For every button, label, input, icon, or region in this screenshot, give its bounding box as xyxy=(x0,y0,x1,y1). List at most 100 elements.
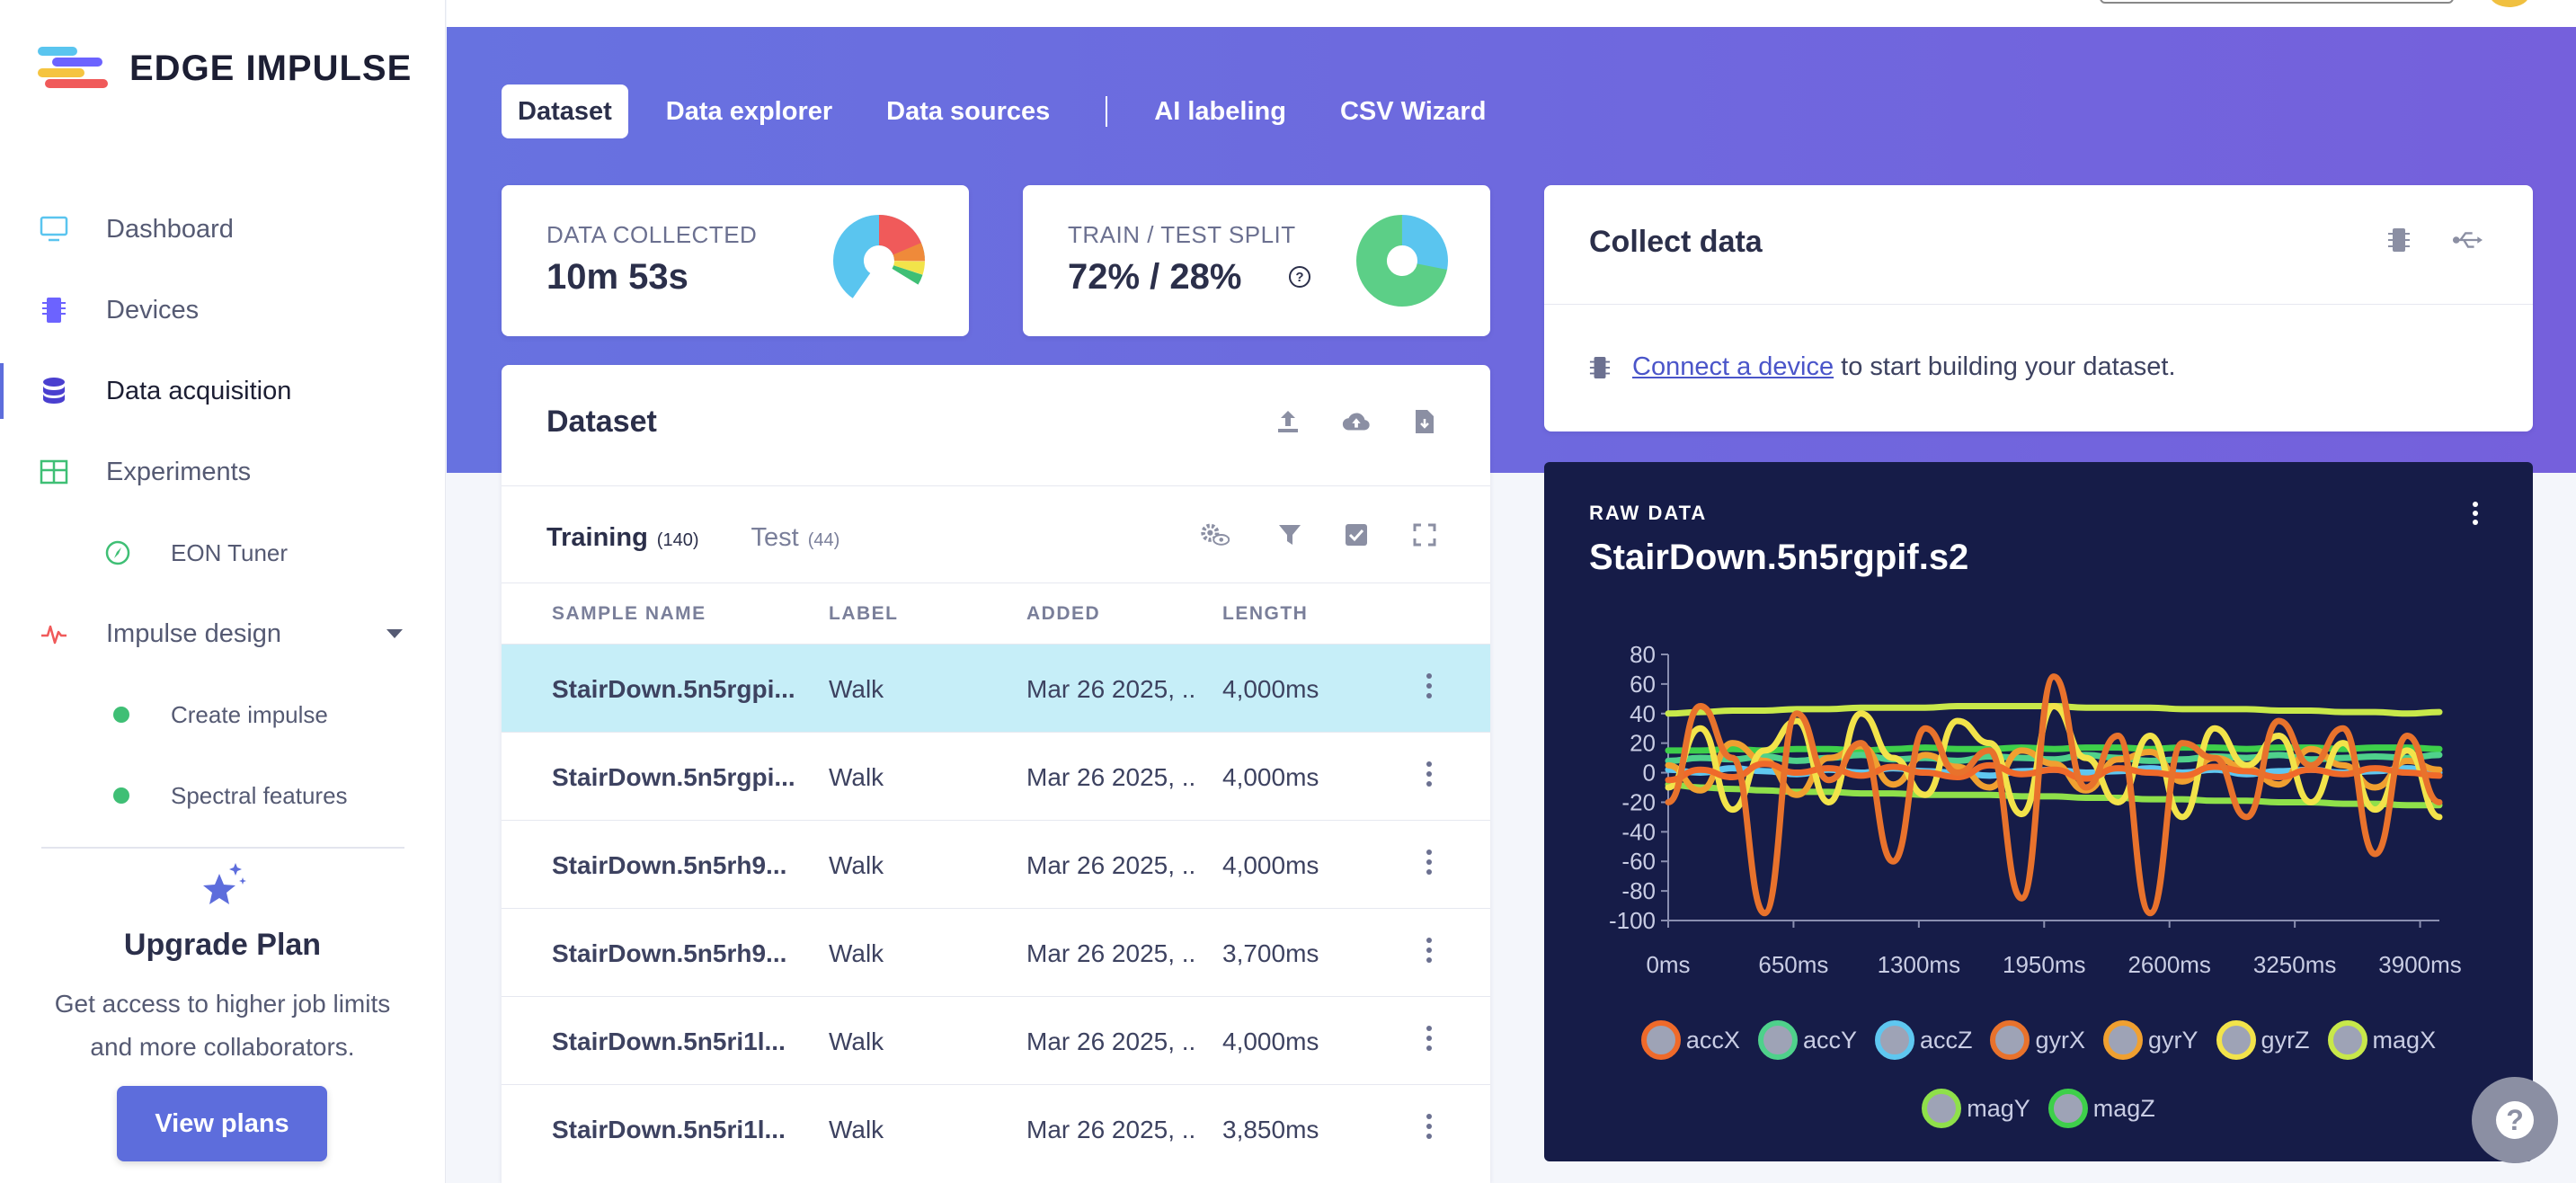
table-row[interactable]: StairDown.5n5ri1l... Walk Mar 26 2025, .… xyxy=(502,996,1490,1084)
row-menu-icon[interactable] xyxy=(1426,938,1433,968)
cell-sample-name: StairDown.5n5rh9... xyxy=(552,851,787,879)
train-test-split-pie xyxy=(1356,215,1448,307)
tab-test-label: Test xyxy=(751,523,799,552)
cell-added: Mar 26 2025, ... xyxy=(1026,763,1195,791)
upgrade-title: Upgrade Plan xyxy=(123,928,322,962)
sidebar-item-spectral-features[interactable]: Spectral features xyxy=(0,755,445,836)
settings-eye-icon[interactable] xyxy=(1199,520,1230,550)
data-collected-label: DATA COLLECTED xyxy=(546,221,758,248)
table-row[interactable]: StairDown.5n5ri1l... Walk Mar 26 2025, .… xyxy=(502,1084,1490,1172)
tab-dataset[interactable]: Dataset xyxy=(502,84,628,138)
tab-test[interactable]: Test (44) xyxy=(751,523,840,553)
cell-label: Walk xyxy=(829,1116,884,1143)
legend-swatch xyxy=(2103,1020,2144,1060)
legend-swatch xyxy=(1640,1020,1681,1060)
cloud-upload-icon[interactable] xyxy=(1341,406,1372,437)
sidebar-item-create-impulse[interactable]: Create impulse xyxy=(0,674,445,755)
training-count: (140) xyxy=(656,530,699,550)
cell-length: 4,000ms xyxy=(1222,851,1319,879)
legend-label: magX xyxy=(2372,1027,2437,1054)
raw-data-title: StairDown.5n5rgpif.s2 xyxy=(1589,538,1969,577)
row-menu-icon[interactable] xyxy=(1426,849,1433,880)
help-button[interactable]: ? xyxy=(2472,1077,2558,1163)
legend-swatch xyxy=(2047,1089,2088,1128)
train-test-split-card: TRAIN / TEST SPLIT 72% / 28% ? xyxy=(1023,185,1490,336)
upgrade-panel: Upgrade Plan Get access to higher job li… xyxy=(0,861,445,1161)
sidebar-item-data-acquisition[interactable]: Data acquisition xyxy=(0,351,445,431)
sidebar-item-experiments[interactable]: Experiments xyxy=(0,431,445,512)
row-menu-icon[interactable] xyxy=(1426,1114,1433,1144)
column-header-label[interactable]: LABEL xyxy=(829,603,899,625)
sidebar-item-dashboard[interactable]: Dashboard xyxy=(0,189,445,270)
row-menu-icon[interactable] xyxy=(1426,673,1433,704)
legend-swatch xyxy=(2216,1020,2256,1060)
legend-item-magY[interactable]: magY xyxy=(1922,1082,2030,1134)
filter-icon[interactable] xyxy=(1275,520,1305,550)
expand-icon[interactable] xyxy=(1409,520,1440,550)
tab-data-explorer[interactable]: Data explorer xyxy=(650,84,848,138)
row-menu-icon[interactable] xyxy=(1426,1026,1433,1056)
card-divider xyxy=(1544,304,2533,305)
logo[interactable]: EDGE IMPULSE xyxy=(38,43,412,93)
legend-label: accZ xyxy=(1919,1027,1973,1054)
usb-icon[interactable] xyxy=(2452,225,2483,255)
upgrade-description: Get access to higher job limits and more… xyxy=(0,983,445,1069)
cell-label: Walk xyxy=(829,939,884,967)
cell-label: Walk xyxy=(829,1027,884,1055)
column-header-sample-name[interactable]: SAMPLE NAME xyxy=(552,603,706,625)
tab-data-sources[interactable]: Data sources xyxy=(870,84,1066,138)
cell-sample-name: StairDown.5n5ri1l... xyxy=(552,1027,786,1055)
tab-training[interactable]: Training (140) xyxy=(546,523,699,553)
sidebar-item-label: Experiments xyxy=(106,457,252,486)
chevron-down-icon[interactable] xyxy=(386,629,403,638)
connect-device-link[interactable]: Connect a device xyxy=(1632,352,1834,382)
legend-item-magX[interactable]: magX xyxy=(2327,1014,2437,1066)
raw-data-menu-icon[interactable] xyxy=(2472,502,2479,529)
legend-item-magZ[interactable]: magZ xyxy=(2047,1082,2155,1134)
row-menu-icon[interactable] xyxy=(1426,761,1433,792)
chip-icon[interactable] xyxy=(2384,225,2414,255)
y-tick-label: 40 xyxy=(1630,700,1656,727)
cell-sample-name: StairDown.5n5rgpi... xyxy=(552,763,795,791)
y-tick-label: -40 xyxy=(1621,818,1656,845)
legend-item-gyrY[interactable]: gyrY xyxy=(2103,1014,2198,1066)
legend-swatch xyxy=(1874,1020,1914,1060)
tab-ai-labeling[interactable]: AI labeling xyxy=(1138,84,1302,138)
x-tick-label: 650ms xyxy=(1758,951,1828,978)
sidebar-item-eon-tuner[interactable]: EON Tuner xyxy=(0,512,445,593)
legend-item-gyrZ[interactable]: gyrZ xyxy=(2216,1014,2310,1066)
upload-icon[interactable] xyxy=(1273,406,1303,437)
tab-csv-wizard[interactable]: CSV Wizard xyxy=(1324,84,1503,138)
view-plans-button[interactable]: View plans xyxy=(117,1086,327,1161)
y-tick-label: -60 xyxy=(1621,848,1656,875)
table-row[interactable]: StairDown.5n5rh9... Walk Mar 26 2025, ..… xyxy=(502,820,1490,908)
data-collected-value: 10m 53s xyxy=(546,257,688,297)
cell-added: Mar 26 2025, ... xyxy=(1026,939,1195,967)
cell-length: 3,700ms xyxy=(1222,939,1319,967)
help-icon[interactable]: ? xyxy=(1289,266,1310,288)
legend-item-gyrX[interactable]: gyrX xyxy=(1990,1014,2085,1066)
status-dot-icon xyxy=(113,707,129,723)
test-count: (44) xyxy=(807,530,840,550)
select-checkbox-icon[interactable] xyxy=(1341,520,1372,550)
column-header-added[interactable]: ADDED xyxy=(1026,603,1100,625)
sidebar-item-label: Dashboard xyxy=(106,214,234,244)
table-row[interactable]: StairDown.5n5rh9... Walk Mar 26 2025, ..… xyxy=(502,908,1490,996)
legend-item-accX[interactable]: accX xyxy=(1640,1014,1740,1066)
cell-sample-name: StairDown.5n5rgpi... xyxy=(552,675,795,703)
sidebar-item-impulse-design[interactable]: Impulse design xyxy=(0,593,445,674)
legend-item-accY[interactable]: accY xyxy=(1757,1014,1857,1066)
table-row[interactable]: StairDown.5n5rgpi... Walk Mar 26 2025, .… xyxy=(502,732,1490,820)
collect-data-title: Collect data xyxy=(1589,225,1763,259)
table-row[interactable]: StairDown.5n5rgpi... Walk Mar 26 2025, .… xyxy=(502,644,1490,732)
page-tabs: Dataset Data explorer Data sources AI la… xyxy=(502,84,1523,138)
legend-label: gyrX xyxy=(2035,1027,2086,1054)
column-header-length[interactable]: LENGTH xyxy=(1222,603,1308,625)
sidebar-item-devices[interactable]: Devices xyxy=(0,270,445,351)
compass-icon xyxy=(104,539,131,573)
x-tick-label: 0ms xyxy=(1646,951,1690,978)
legend-item-accZ[interactable]: accZ xyxy=(1874,1014,1973,1066)
top-search-field[interactable] xyxy=(2100,0,2454,4)
export-file-icon[interactable] xyxy=(1409,406,1440,437)
y-tick-label: 0 xyxy=(1643,760,1656,787)
